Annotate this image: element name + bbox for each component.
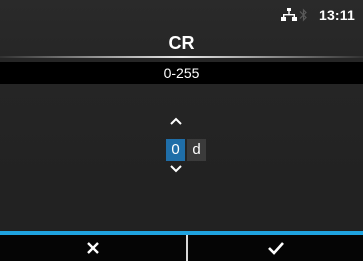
network-icon (281, 8, 297, 21)
chevron-up-icon[interactable] (169, 116, 183, 126)
bluetooth-icon (299, 8, 307, 22)
chevron-down-icon[interactable] (169, 164, 183, 174)
digit-input[interactable]: 0 (166, 139, 185, 161)
status-bar: 13:11 (0, 0, 363, 30)
settings-screen: 13:11 CR 0-255 0 d (0, 0, 363, 261)
cancel-button[interactable] (0, 235, 186, 261)
unit-selector[interactable]: d (187, 139, 206, 161)
page-title: CR (168, 33, 195, 53)
title-divider (0, 56, 363, 58)
ok-button[interactable] (188, 235, 363, 261)
close-icon (87, 242, 99, 254)
check-icon (267, 242, 284, 255)
range-label: 0-255 (0, 62, 363, 84)
status-time: 13:11 (318, 7, 355, 23)
